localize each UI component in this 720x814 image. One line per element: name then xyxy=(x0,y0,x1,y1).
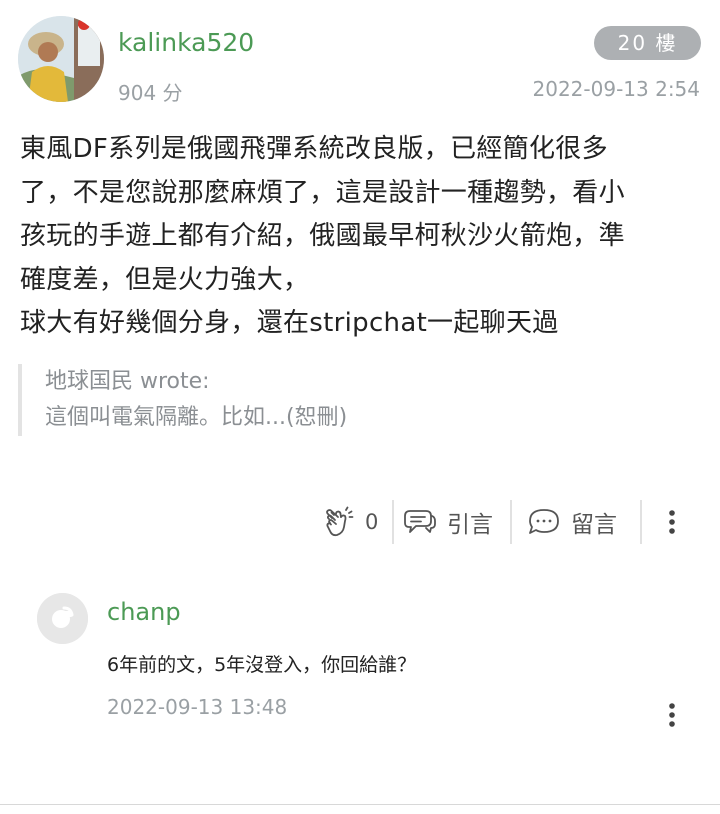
post-timestamp: 2022-09-13 2:54 xyxy=(532,77,701,101)
quote-text: 這個叫電氣隔離。比如...(恕刪) xyxy=(45,405,348,430)
quote-button[interactable]: 引言 xyxy=(403,500,493,544)
more-vertical-icon xyxy=(668,509,676,535)
quote-block: 地球国民 wrote: 這個叫電氣隔離。比如...(恕刪) xyxy=(18,364,705,436)
like-count: 0 xyxy=(365,510,379,534)
bottom-divider xyxy=(0,804,720,805)
action-divider xyxy=(510,500,512,544)
action-divider xyxy=(640,500,642,544)
post-username[interactable]: kalinka520 xyxy=(118,28,254,57)
post-body-line: 確度差，但是火力強大， xyxy=(20,264,310,295)
post-body-line: 東風DF系列是俄國飛彈系統改良版，已經簡化很多 xyxy=(20,134,608,164)
action-divider xyxy=(392,500,394,544)
quote-author: 地球国民 wrote: xyxy=(45,369,210,394)
post-body-line: 球大有好幾個分身，還在stripchat一起聊天過 xyxy=(20,308,559,338)
post-body-line: 孩玩的手遊上都有介紹，俄國最早柯秋沙火箭炮，準 xyxy=(20,221,625,251)
comment-text: 6年前的文，5年沒登入，你回給誰？ xyxy=(107,654,417,676)
user-avatar[interactable] xyxy=(18,16,104,102)
quote-bubble-icon xyxy=(403,507,437,537)
more-vertical-icon xyxy=(668,702,676,728)
comment-username[interactable]: chanp xyxy=(107,598,181,626)
floor-badge: 20 樓 xyxy=(594,26,701,60)
post-more-button[interactable] xyxy=(660,500,684,544)
clap-icon xyxy=(323,505,355,539)
quote-label: 引言 xyxy=(447,512,493,538)
comment-avatar[interactable] xyxy=(37,593,88,644)
user-points: 904 分 xyxy=(118,81,183,105)
post-body-line: 了，不是您說那麼麻煩了，這是設計一種趨勢，看小 xyxy=(20,177,625,208)
comment-timestamp: 2022-09-13 13:48 xyxy=(107,695,288,719)
comment-bubble-icon xyxy=(527,507,561,537)
comment-button[interactable]: 留言 xyxy=(527,500,617,544)
like-button[interactable]: 0 xyxy=(323,500,378,544)
comment-label: 留言 xyxy=(571,512,617,538)
post-body: 東風DF系列是俄國飛彈系統改良版，已經簡化很多 了，不是您說那麼麻煩了，這是設計… xyxy=(20,128,702,346)
comment-more-button[interactable] xyxy=(660,701,684,729)
